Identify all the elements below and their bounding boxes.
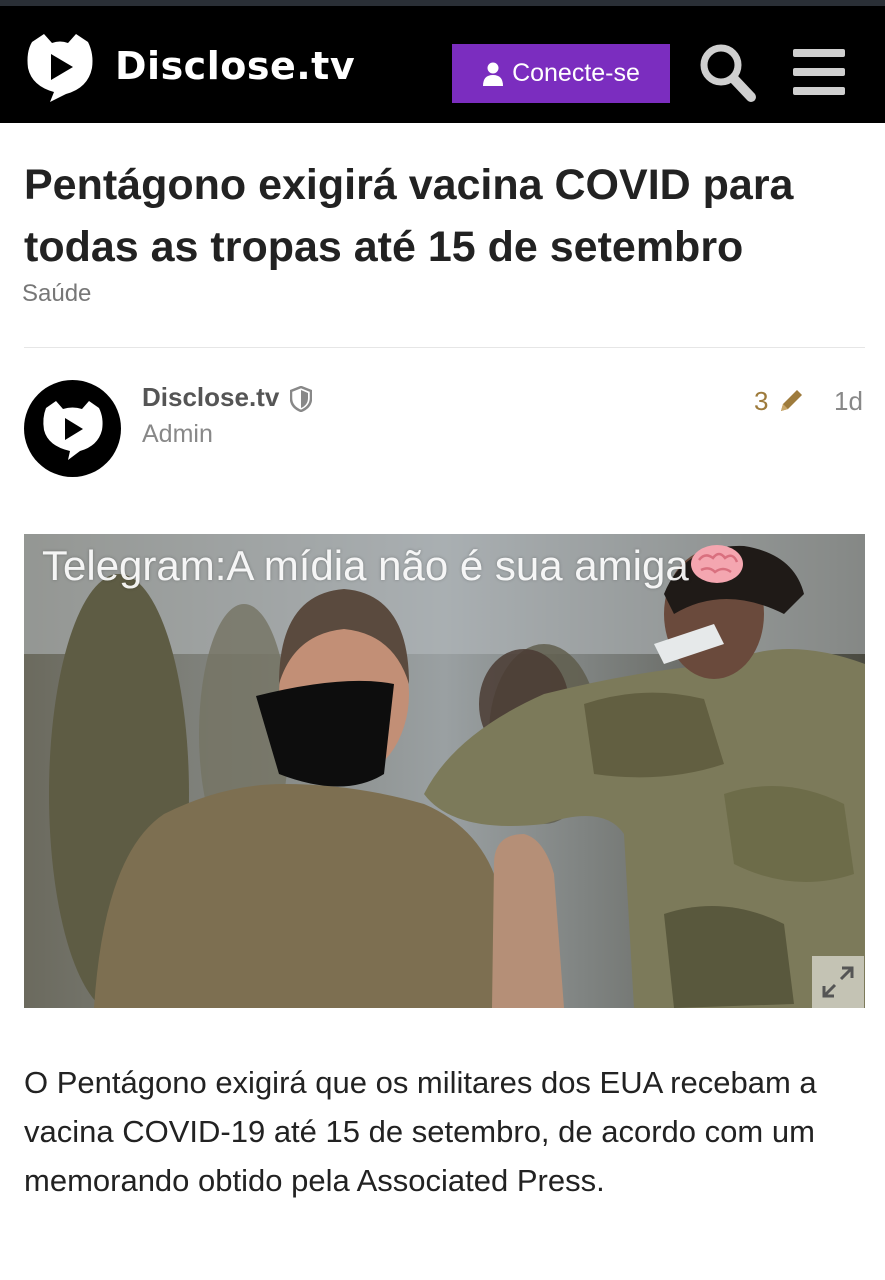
watermark-text: Telegram:A mídia não é sua amiga: [42, 542, 689, 589]
article-image[interactable]: Telegram:A mídia não é sua amiga: [24, 534, 865, 1008]
post-age[interactable]: 1d: [834, 386, 863, 417]
author-role: Admin: [142, 420, 213, 448]
shield-icon: [290, 386, 312, 412]
article-title: Pentágono exigirá vacina COVID para toda…: [24, 161, 794, 271]
login-button[interactable]: Conecte-se: [452, 44, 670, 103]
vaccination-photo: [24, 534, 865, 1008]
user-icon: [483, 62, 504, 86]
hamburger-menu-icon[interactable]: [793, 49, 845, 95]
author-avatar[interactable]: [24, 380, 121, 477]
divider: [24, 347, 865, 348]
category-link[interactable]: Saúde: [22, 280, 91, 308]
edit-count[interactable]: 3: [754, 386, 768, 417]
author-name[interactable]: Disclose.tv: [142, 382, 279, 413]
play-cat-logo-icon[interactable]: [24, 30, 96, 102]
expand-icon[interactable]: [812, 956, 864, 1008]
image-watermark: Telegram:A mídia não é sua amiga: [42, 542, 745, 590]
site-name[interactable]: Disclose.tv: [115, 44, 355, 88]
pencil-icon[interactable]: [776, 386, 806, 416]
brain-icon: [690, 545, 743, 583]
login-label: Conecte-se: [512, 59, 640, 87]
site-header: Disclose.tv Conecte-se: [0, 6, 885, 123]
search-icon[interactable]: [697, 41, 757, 103]
article-body: O Pentágono exigirá que os militares dos…: [24, 1065, 817, 1198]
